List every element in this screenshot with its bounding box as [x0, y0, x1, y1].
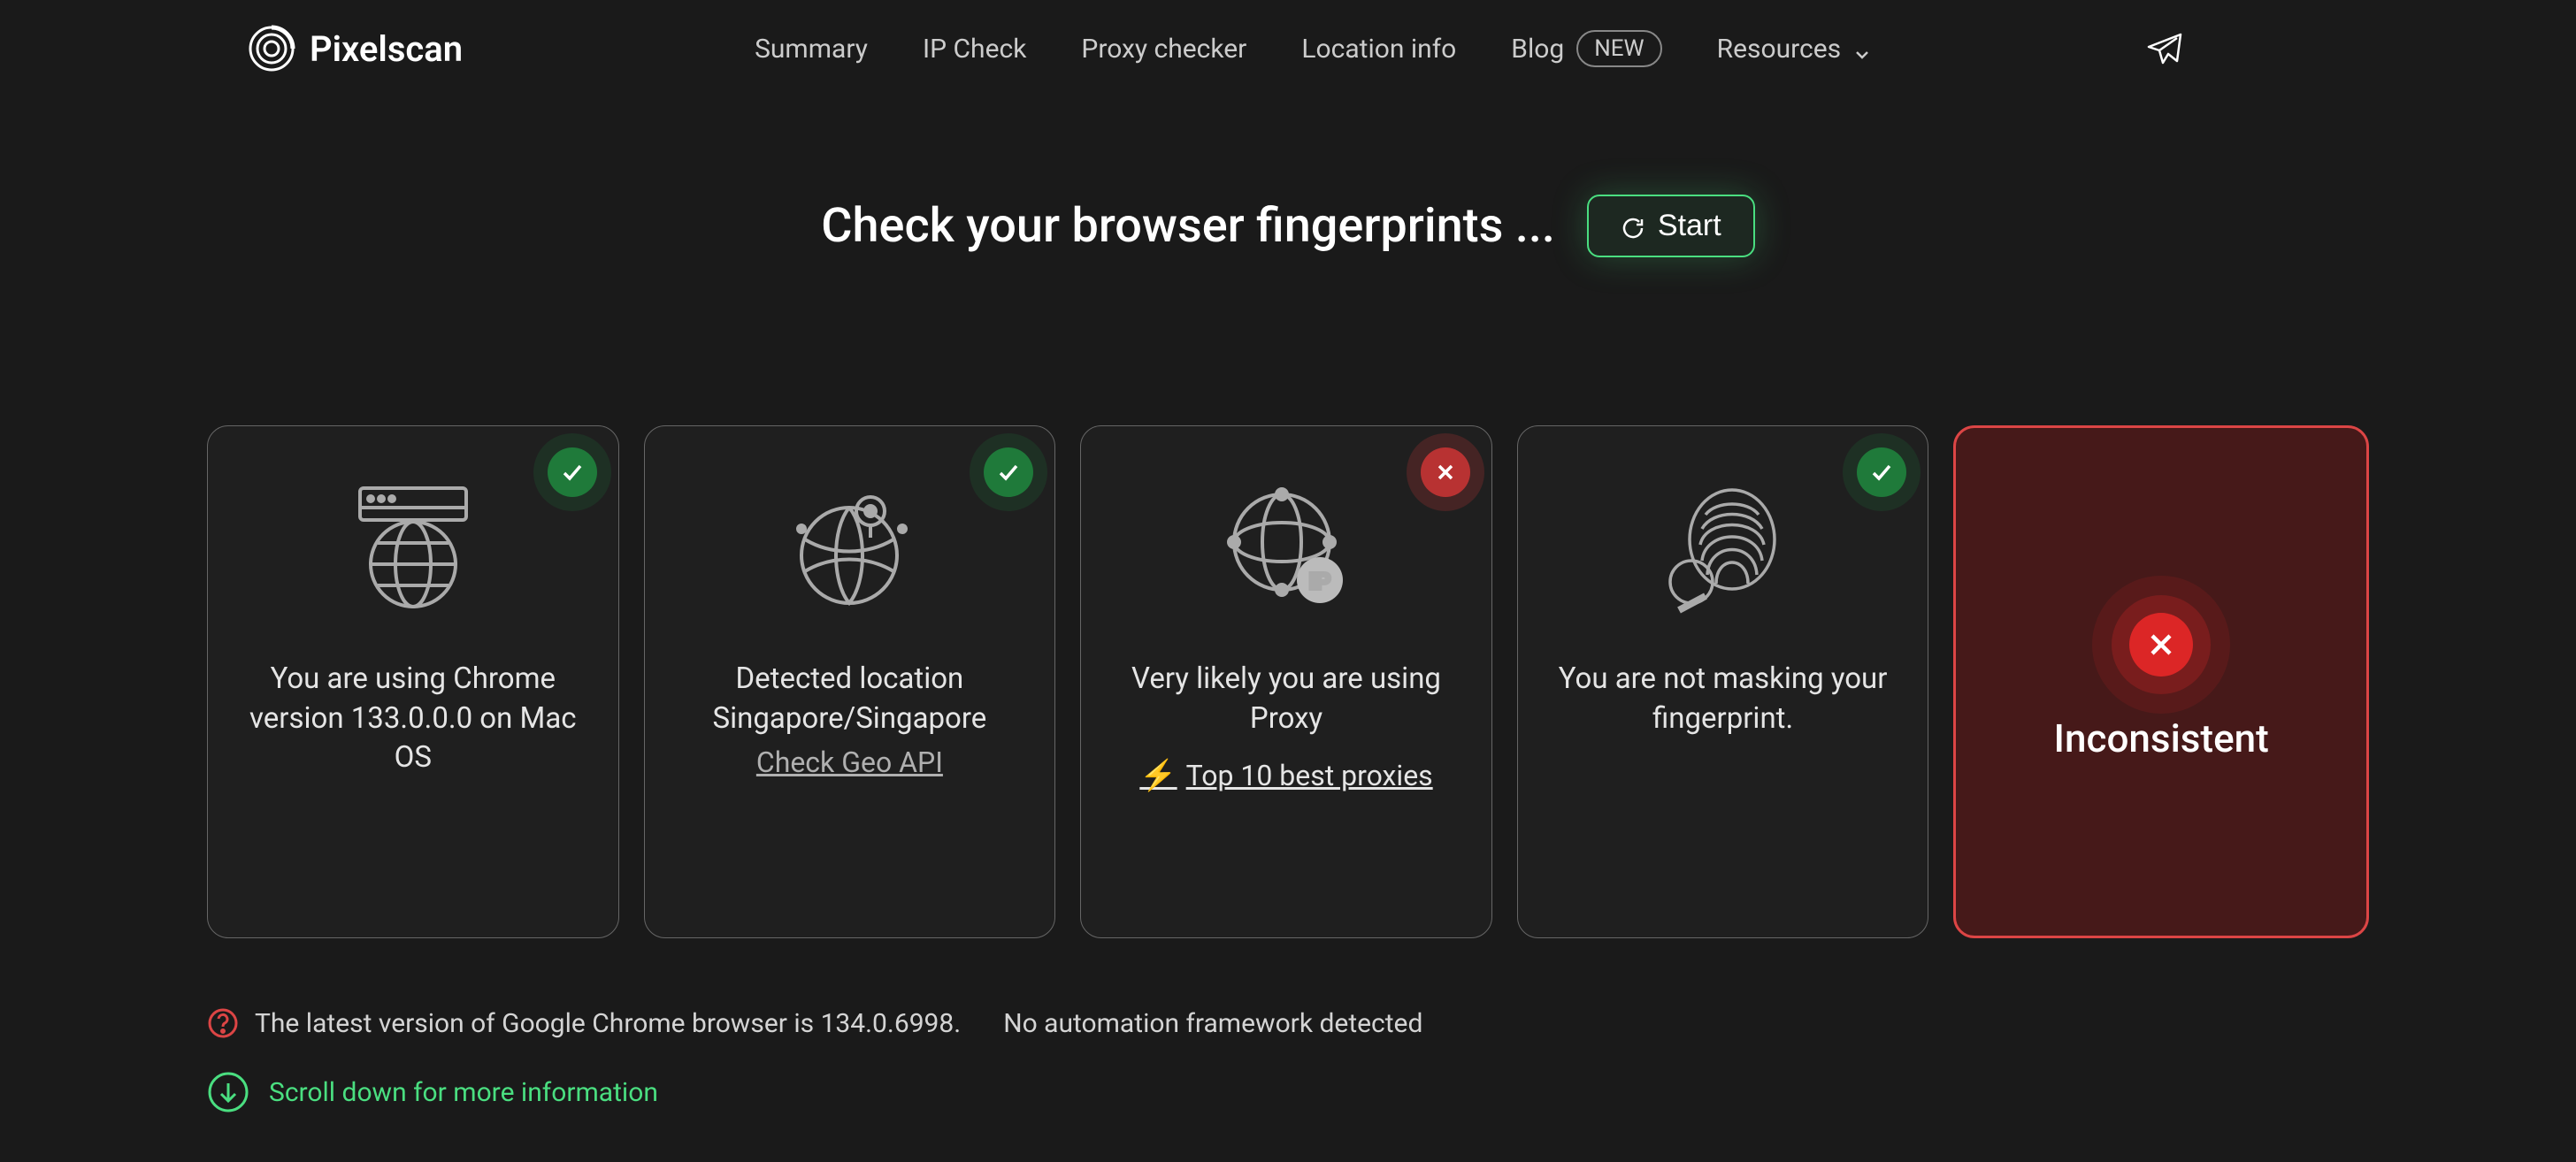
info-row: The latest version of Google Chrome brow…: [0, 1007, 2576, 1039]
arrow-down-icon: [207, 1071, 249, 1113]
card-result: Inconsistent: [1953, 425, 2369, 938]
nav-blog-label: Blog: [1511, 34, 1564, 65]
card-browser: You are using Chrome version 133.0.0.0 o…: [207, 425, 619, 938]
nav-resources-label: Resources: [1717, 34, 1842, 65]
card-location: Detected location Singapore/Singapore Ch…: [644, 425, 1056, 938]
nav-summary[interactable]: Summary: [755, 34, 868, 65]
refresh-icon: [1621, 214, 1645, 239]
bolt-icon: ⚡: [1139, 758, 1177, 793]
proxies-link[interactable]: ⚡ Top 10 best proxies: [1139, 758, 1432, 793]
browser-icon: [342, 476, 484, 617]
globe-location-icon: [778, 476, 920, 617]
result-title: Inconsistent: [2054, 715, 2269, 761]
card-proxy-text: Very likely you are using Proxy: [1106, 660, 1467, 738]
page-title: Check your browser fingerprints ...: [821, 198, 1555, 254]
check-icon: [548, 447, 597, 497]
brand-name: Pixelscan: [310, 28, 463, 70]
fingerprint-icon: [1652, 476, 1794, 617]
site-header: Pixelscan Summary IP Check Proxy checker…: [0, 0, 2576, 97]
card-fingerprint: You are not masking your fingerprint.: [1517, 425, 1929, 938]
scroll-label: Scroll down for more information: [269, 1077, 658, 1108]
network-ip-icon: IP: [1215, 476, 1357, 617]
version-warning-text: The latest version of Google Chrome brow…: [255, 1008, 961, 1039]
main-nav: Summary IP Check Proxy checker Location …: [755, 30, 1871, 67]
start-label: Start: [1658, 209, 1721, 243]
proxies-link-label: Top 10 best proxies: [1186, 759, 1433, 792]
card-location-text: Detected location Singapore/Singapore: [670, 660, 1031, 738]
nav-blog[interactable]: Blog NEW: [1511, 30, 1661, 67]
nav-ip-check[interactable]: IP Check: [923, 34, 1026, 65]
x-icon: [1421, 447, 1470, 497]
card-fingerprint-text: You are not masking your fingerprint.: [1543, 660, 1904, 738]
telegram-icon[interactable]: [2145, 29, 2184, 68]
new-badge: NEW: [1576, 30, 1661, 67]
hero-section: Check your browser fingerprints ... Star…: [0, 195, 2576, 257]
scroll-hint[interactable]: Scroll down for more information: [0, 1071, 2576, 1113]
logo[interactable]: Pixelscan: [248, 25, 463, 73]
check-icon: [1857, 447, 1906, 497]
nav-location-info[interactable]: Location info: [1301, 34, 1456, 65]
card-browser-text: You are using Chrome version 133.0.0.0 o…: [233, 660, 594, 778]
card-proxy: IP Very likely you are using Proxy ⚡ Top…: [1080, 425, 1492, 938]
start-button[interactable]: Start: [1587, 195, 1755, 257]
x-icon: [2129, 613, 2193, 677]
svg-text:IP: IP: [1309, 568, 1331, 594]
question-icon: [207, 1007, 239, 1039]
automation-text: No automation framework detected: [1003, 1008, 1422, 1039]
logo-icon: [248, 25, 295, 73]
nav-resources[interactable]: Resources: [1717, 34, 1872, 65]
geo-api-link[interactable]: Check Geo API: [756, 745, 943, 779]
cards-row: You are using Chrome version 133.0.0.0 o…: [0, 425, 2576, 938]
nav-proxy-checker[interactable]: Proxy checker: [1081, 34, 1246, 65]
chevron-down-icon: [1853, 40, 1871, 57]
check-icon: [984, 447, 1033, 497]
